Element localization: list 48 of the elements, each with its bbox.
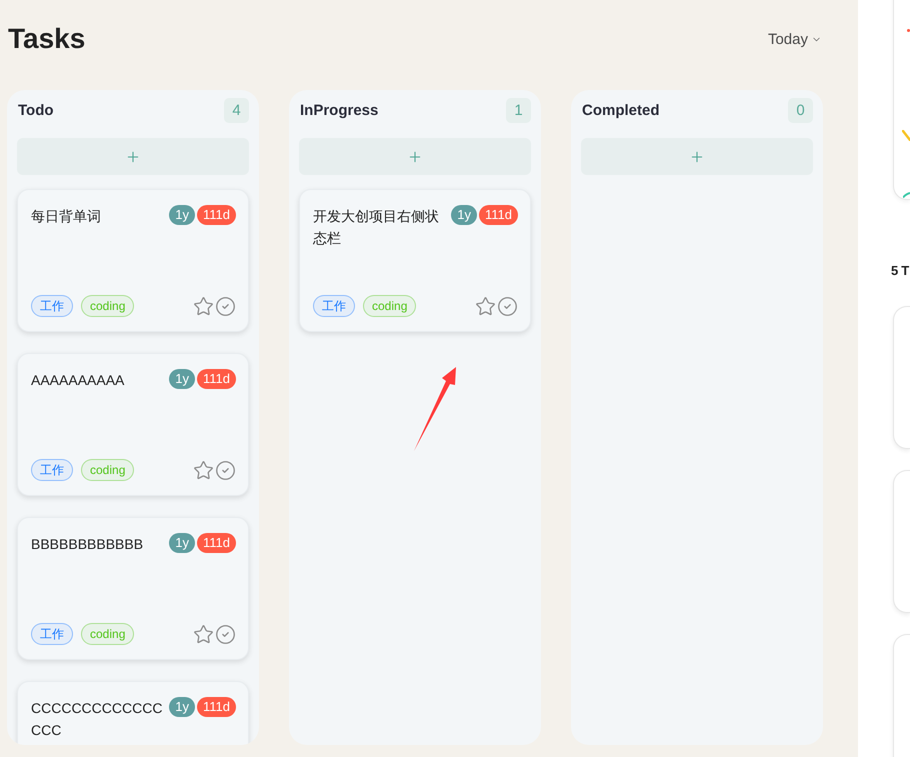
column-title: InProgress — [300, 102, 378, 119]
section-heading: 5 T — [891, 262, 910, 280]
task-title: CCCCCCCCCCCCCCCC — [31, 699, 164, 740]
category-tag: 工作 — [31, 459, 73, 481]
category-tag: 工作 — [313, 295, 355, 317]
count-badge: 1 — [506, 98, 531, 123]
time-badge: 1y — [169, 205, 195, 225]
task-card[interactable]: 开发大创项目右侧状态栏 1y 111d 工作 coding — [299, 189, 531, 332]
task-title: 开发大创项目右侧状态栏 — [313, 207, 440, 248]
count-badge: 0 — [788, 98, 813, 123]
check-circle-icon[interactable] — [215, 460, 236, 480]
time-badge: 1y — [169, 697, 195, 717]
category-tag: coding — [81, 623, 134, 645]
check-circle-icon[interactable] — [497, 296, 518, 316]
task-card[interactable]: AAAAAAAAAA 1y 111d 工作 coding — [17, 353, 249, 496]
star-icon[interactable] — [193, 296, 214, 316]
check-circle-icon[interactable] — [215, 624, 236, 644]
task-card[interactable]: 每日背单词 1y 111d 工作 coding — [17, 189, 249, 332]
time-badge: 1y — [451, 205, 477, 225]
chart-arc-icon — [903, 192, 910, 198]
column-title: Todo — [18, 102, 54, 119]
task-card[interactable]: BBBBBBBBBBBB 1y 111d 工作 coding — [17, 517, 249, 660]
category-tag: coding — [81, 295, 134, 317]
time-badge: 1y — [169, 369, 195, 389]
star-icon[interactable] — [193, 624, 214, 644]
time-badge: 111d — [197, 205, 236, 225]
chart-dot-icon — [907, 29, 910, 32]
page-title: Tasks — [8, 23, 86, 55]
task-title: 每日背单词 — [31, 207, 102, 226]
task-title: AAAAAAAAAA — [31, 371, 126, 390]
time-badge: 1y — [169, 533, 195, 553]
star-icon[interactable] — [193, 460, 214, 480]
column-title: Completed — [582, 102, 660, 119]
check-circle-icon[interactable] — [215, 296, 236, 316]
time-badge: 111d — [197, 369, 236, 389]
time-badge: 111d — [479, 205, 518, 225]
category-tag: 工作 — [31, 623, 73, 645]
count-badge: 4 — [224, 98, 249, 123]
date-filter-dropdown[interactable]: Today — [768, 30, 822, 48]
chart-segment-icon — [902, 130, 910, 141]
category-tag: coding — [363, 295, 416, 317]
task-card[interactable]: CCCCCCCCCCCCCCCC 1y 111d — [17, 681, 249, 745]
star-icon[interactable] — [475, 296, 496, 316]
time-badge: 111d — [197, 533, 236, 553]
category-tag: coding — [81, 459, 134, 481]
time-badge: 111d — [197, 697, 236, 717]
task-title: BBBBBBBBBBBB — [31, 535, 144, 554]
category-tag: 工作 — [31, 295, 73, 317]
